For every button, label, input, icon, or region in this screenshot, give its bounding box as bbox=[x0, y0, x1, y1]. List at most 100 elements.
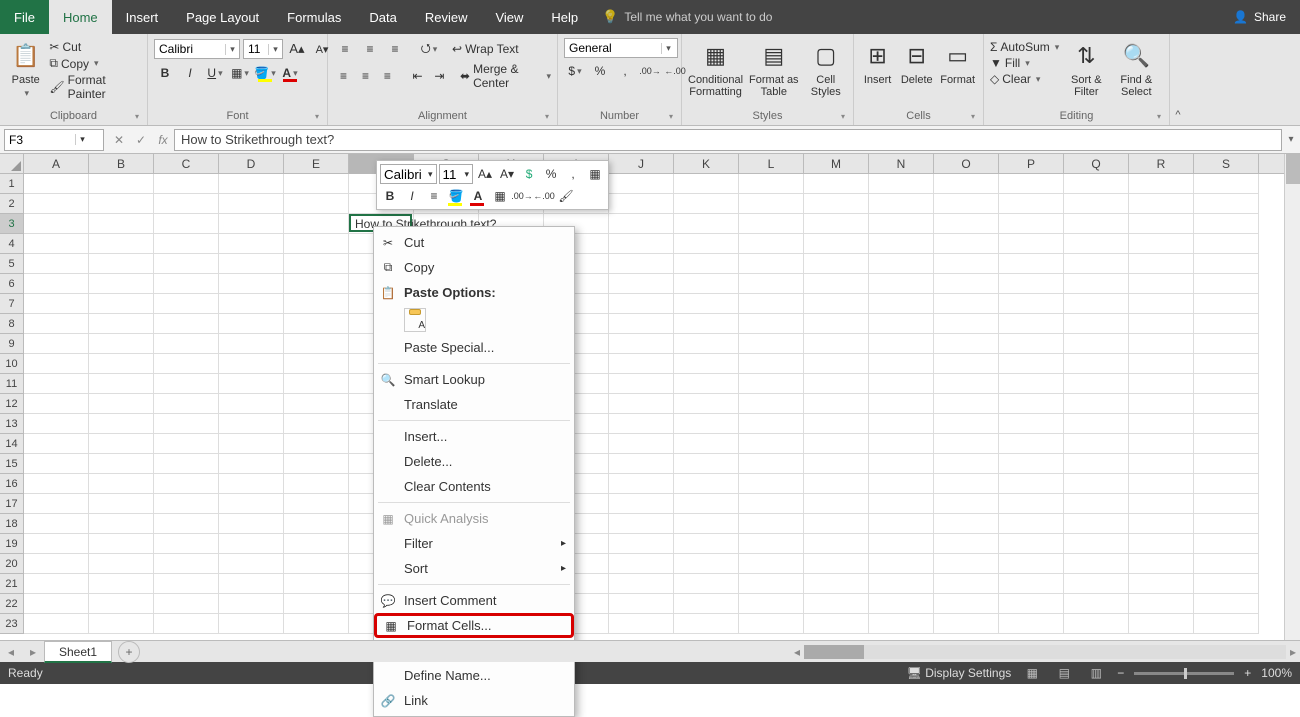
cell[interactable] bbox=[999, 214, 1064, 234]
row-header[interactable]: 4 bbox=[0, 234, 24, 254]
cell[interactable] bbox=[1129, 294, 1194, 314]
cell[interactable] bbox=[999, 414, 1064, 434]
cell[interactable] bbox=[999, 374, 1064, 394]
cell[interactable] bbox=[154, 414, 219, 434]
copy-button[interactable]: ⧉Copy▾ bbox=[49, 56, 141, 71]
cell[interactable] bbox=[24, 214, 89, 234]
cell[interactable] bbox=[674, 454, 739, 474]
cell[interactable] bbox=[284, 514, 349, 534]
cell[interactable] bbox=[674, 614, 739, 634]
cell[interactable] bbox=[674, 434, 739, 454]
cell[interactable] bbox=[219, 174, 284, 194]
cell[interactable] bbox=[24, 434, 89, 454]
cell[interactable] bbox=[284, 394, 349, 414]
cell[interactable] bbox=[24, 254, 89, 274]
share-button[interactable]: 👤 Share bbox=[1219, 0, 1300, 34]
cell[interactable] bbox=[1194, 614, 1259, 634]
row-header[interactable]: 2 bbox=[0, 194, 24, 214]
cell[interactable] bbox=[1129, 554, 1194, 574]
italic-button[interactable]: I bbox=[179, 62, 201, 84]
cell[interactable] bbox=[804, 454, 869, 474]
cell[interactable] bbox=[609, 214, 674, 234]
cell[interactable] bbox=[1129, 494, 1194, 514]
tab-review[interactable]: Review bbox=[411, 0, 482, 34]
cell[interactable] bbox=[219, 334, 284, 354]
underline-button[interactable]: U▾ bbox=[204, 62, 226, 84]
ctx-link[interactable]: 🔗Link bbox=[374, 688, 574, 713]
ctx-define-name[interactable]: Define Name... bbox=[374, 663, 574, 688]
cell[interactable] bbox=[869, 454, 934, 474]
cell[interactable] bbox=[89, 454, 154, 474]
cell[interactable] bbox=[89, 254, 154, 274]
cell[interactable] bbox=[1194, 554, 1259, 574]
cell[interactable] bbox=[869, 554, 934, 574]
cell[interactable] bbox=[1129, 614, 1194, 634]
cell[interactable] bbox=[999, 254, 1064, 274]
cell[interactable] bbox=[999, 554, 1064, 574]
cell[interactable] bbox=[999, 454, 1064, 474]
cell[interactable] bbox=[284, 254, 349, 274]
cell[interactable] bbox=[1064, 214, 1129, 234]
cell[interactable] bbox=[609, 354, 674, 374]
cell[interactable] bbox=[89, 334, 154, 354]
cell[interactable] bbox=[609, 594, 674, 614]
cell[interactable] bbox=[89, 294, 154, 314]
ctx-sort[interactable]: Sort▸ bbox=[374, 556, 574, 581]
cell[interactable] bbox=[1194, 234, 1259, 254]
mini-increase-font-icon[interactable]: A▴ bbox=[475, 164, 495, 184]
cell[interactable] bbox=[284, 534, 349, 554]
expand-formula-bar-icon[interactable]: ▾ bbox=[1282, 134, 1300, 145]
cell[interactable] bbox=[1194, 354, 1259, 374]
cell[interactable] bbox=[219, 414, 284, 434]
cell[interactable] bbox=[219, 374, 284, 394]
cell[interactable] bbox=[1194, 294, 1259, 314]
cell[interactable] bbox=[89, 234, 154, 254]
cell[interactable] bbox=[154, 334, 219, 354]
cell[interactable] bbox=[1129, 194, 1194, 214]
spreadsheet-grid[interactable]: ABCDEFGHIJKLMNOPQRS 12345678910111213141… bbox=[0, 154, 1300, 640]
cell[interactable] bbox=[804, 374, 869, 394]
cell[interactable] bbox=[999, 174, 1064, 194]
cell[interactable] bbox=[1129, 234, 1194, 254]
cell[interactable] bbox=[999, 234, 1064, 254]
cell[interactable] bbox=[1129, 274, 1194, 294]
cell[interactable] bbox=[1064, 234, 1129, 254]
row-header[interactable]: 12 bbox=[0, 394, 24, 414]
cell[interactable] bbox=[739, 394, 804, 414]
cell[interactable] bbox=[999, 334, 1064, 354]
cell[interactable] bbox=[219, 534, 284, 554]
cell[interactable] bbox=[869, 534, 934, 554]
mini-size-combo[interactable]: ▾ bbox=[439, 164, 474, 184]
cell[interactable] bbox=[24, 494, 89, 514]
cell[interactable] bbox=[1064, 514, 1129, 534]
cell[interactable] bbox=[934, 374, 999, 394]
cell[interactable] bbox=[674, 254, 739, 274]
cell[interactable] bbox=[1194, 494, 1259, 514]
cell[interactable] bbox=[24, 314, 89, 334]
cell[interactable] bbox=[804, 574, 869, 594]
cell[interactable] bbox=[739, 574, 804, 594]
cell[interactable] bbox=[284, 174, 349, 194]
cell[interactable] bbox=[934, 174, 999, 194]
cell[interactable] bbox=[154, 514, 219, 534]
cell-styles-button[interactable]: ▢Cell Styles bbox=[805, 38, 847, 98]
cell[interactable] bbox=[1064, 274, 1129, 294]
ctx-filter[interactable]: Filter▸ bbox=[374, 531, 574, 556]
cell[interactable] bbox=[674, 554, 739, 574]
column-header[interactable]: L bbox=[739, 154, 804, 173]
mini-percent-icon[interactable]: % bbox=[541, 164, 561, 184]
increase-decimal-icon[interactable]: .00→ bbox=[639, 60, 661, 82]
cell[interactable] bbox=[24, 374, 89, 394]
cell[interactable] bbox=[934, 354, 999, 374]
cell[interactable] bbox=[804, 214, 869, 234]
cell[interactable] bbox=[284, 474, 349, 494]
cell[interactable] bbox=[739, 214, 804, 234]
cell[interactable] bbox=[89, 314, 154, 334]
cell[interactable] bbox=[609, 334, 674, 354]
row-header[interactable]: 20 bbox=[0, 554, 24, 574]
sort-filter-button[interactable]: ⇅Sort & Filter bbox=[1063, 38, 1109, 98]
cell[interactable] bbox=[609, 554, 674, 574]
cell[interactable] bbox=[609, 274, 674, 294]
cell[interactable] bbox=[24, 294, 89, 314]
add-sheet-button[interactable]: + bbox=[118, 641, 140, 663]
